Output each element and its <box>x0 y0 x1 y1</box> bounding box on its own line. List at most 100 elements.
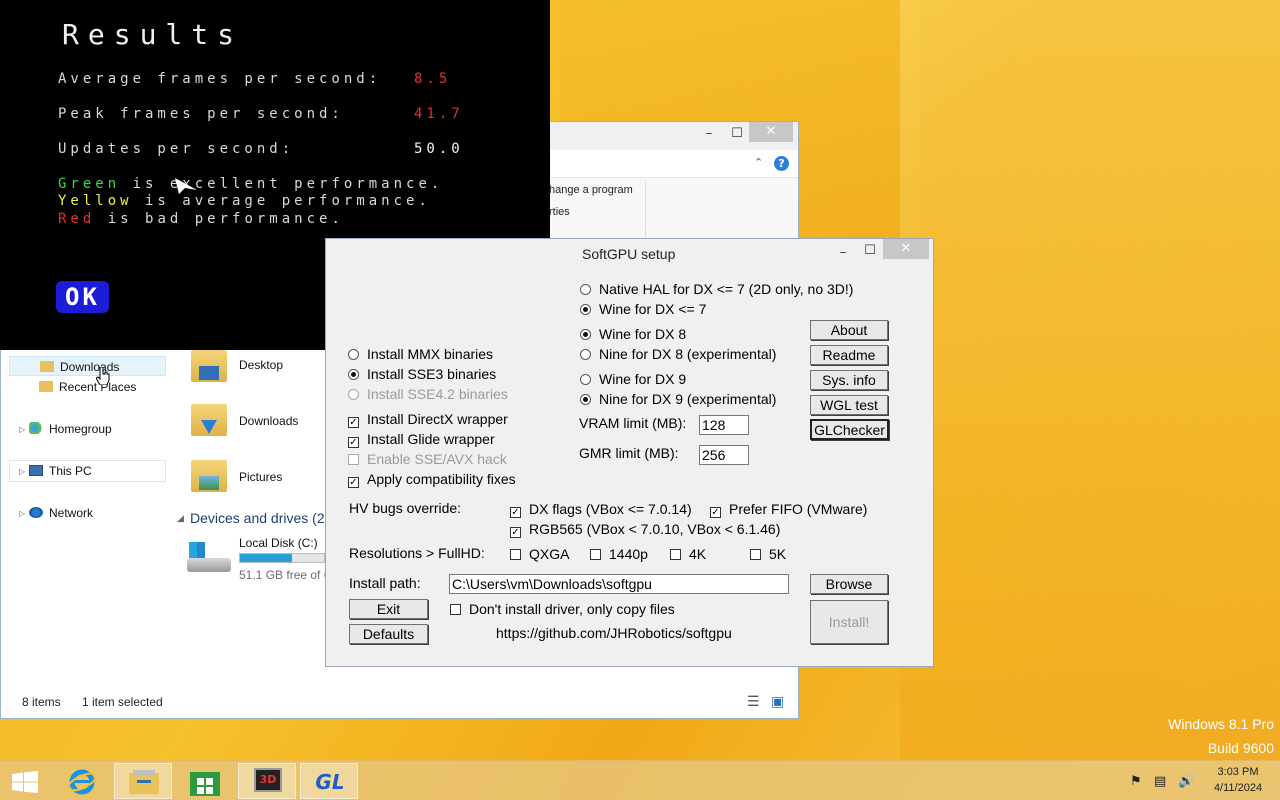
option-copy-only[interactable]: Don't install driver, only copy files <box>450 600 675 618</box>
option-wine-dx8[interactable]: Wine for DX 8 <box>580 325 686 343</box>
radio-icon[interactable] <box>580 349 591 360</box>
nav-item-this-pc[interactable]: This PC <box>9 461 92 481</box>
action-center-flag-icon[interactable]: ⚑ <box>1130 774 1142 789</box>
collapse-ribbon-icon[interactable]: ⌃ <box>754 156 763 169</box>
clock-time[interactable]: 3:03 PM <box>1206 766 1270 778</box>
readme-button[interactable]: Readme <box>810 345 888 365</box>
taskbar-file-explorer[interactable] <box>114 763 172 799</box>
glchecker-button[interactable]: GLChecker <box>810 419 889 440</box>
ribbon-change-program[interactable]: hange a program <box>549 184 633 196</box>
radio-icon[interactable] <box>580 284 591 295</box>
github-url[interactable]: https://github.com/JHRobotics/softgpu <box>496 625 732 641</box>
devices-and-drives-header[interactable]: Devices and drives (2 <box>190 510 325 526</box>
option-dx-flags[interactable]: ✓ DX flags (VBox <= 7.0.14) <box>510 500 692 518</box>
item-pictures[interactable]: Pictures <box>239 470 282 484</box>
option-rgb565[interactable]: ✓ RGB565 (VBox < 7.0.10, VBox < 6.1.46) <box>510 520 780 538</box>
option-qxga[interactable]: QXGA <box>510 545 569 563</box>
maximize-icon[interactable]: ☐ <box>856 241 884 261</box>
option-nine-dx9[interactable]: Nine for DX 9 (experimental) <box>580 390 776 408</box>
sysinfo-button[interactable]: Sys. info <box>810 370 888 390</box>
maximize-icon[interactable]: ☐ <box>723 124 751 144</box>
radio-checked-icon[interactable] <box>580 304 591 315</box>
about-button[interactable]: About <box>810 320 888 340</box>
option-wine-dx9[interactable]: Wine for DX 9 <box>580 370 686 388</box>
ribbon-properties[interactable]: rties <box>549 206 570 218</box>
radio-checked-icon[interactable] <box>580 329 591 340</box>
defaults-button[interactable]: Defaults <box>349 624 428 644</box>
checkbox-icon[interactable] <box>450 604 461 615</box>
desktop-folder-icon[interactable] <box>191 350 227 382</box>
recent-places-icon <box>39 381 53 392</box>
option-4k[interactable]: 4K <box>670 545 706 563</box>
option-directx-wrapper[interactable]: ✓ Install DirectX wrapper <box>348 410 508 428</box>
option-compat-fixes[interactable]: ✓ Apply compatibility fixes <box>348 470 516 488</box>
install-path-input[interactable]: C:\Users\vm\Downloads\softgpu <box>449 574 789 594</box>
radio-checked-icon[interactable] <box>580 394 591 405</box>
help-icon[interactable]: ? <box>774 156 789 171</box>
network-tray-icon[interactable]: ▤ <box>1154 774 1166 789</box>
option-glide-wrapper[interactable]: ✓ Install Glide wrapper <box>348 430 495 448</box>
minimize-icon[interactable]: – <box>695 124 723 144</box>
local-disk-icon[interactable] <box>187 540 231 576</box>
checkbox-icon[interactable] <box>670 549 681 560</box>
radio-icon[interactable] <box>580 374 591 385</box>
checkbox-checked-icon[interactable]: ✓ <box>510 507 521 518</box>
mouse-cursor-icon <box>175 178 197 194</box>
pictures-folder-icon[interactable] <box>191 460 227 492</box>
item-desktop[interactable]: Desktop <box>239 358 283 372</box>
gmr-input[interactable]: 256 <box>699 445 749 465</box>
nav-item-downloads[interactable]: Downloads <box>9 356 166 376</box>
minimize-icon[interactable]: – <box>829 243 857 263</box>
option-native-hal[interactable]: Native HAL for DX <= 7 (2D only, no 3D!) <box>580 280 853 298</box>
os-watermark-line2: Build 9600 <box>1207 740 1274 756</box>
option-wine-dx7[interactable]: Wine for DX <= 7 <box>580 300 706 318</box>
checkbox-checked-icon[interactable]: ✓ <box>710 507 721 518</box>
taskbar-store[interactable] <box>176 763 234 799</box>
radio-checked-icon[interactable] <box>348 369 359 380</box>
internet-explorer-icon <box>67 769 97 795</box>
option-mmx[interactable]: Install MMX binaries <box>348 345 493 363</box>
window-title: SoftGPU setup <box>582 246 676 262</box>
item-downloads[interactable]: Downloads <box>239 414 298 428</box>
ok-button[interactable]: OK <box>56 281 109 313</box>
volume-icon[interactable]: 🔊 <box>1178 774 1194 789</box>
option-nine-dx8[interactable]: Nine for DX 8 (experimental) <box>580 345 776 363</box>
downloads-folder-icon[interactable] <box>191 404 227 436</box>
details-view-icon[interactable]: ☰ <box>747 693 760 710</box>
checkbox-checked-icon[interactable]: ✓ <box>348 417 359 428</box>
close-icon[interactable]: ✕ <box>749 122 793 142</box>
peak-fps-label: Peak frames per second: <box>58 106 344 122</box>
checkbox-icon[interactable] <box>750 549 761 560</box>
softgpu-setup-window[interactable]: SoftGPU setup – ☐ ✕ Install MMX binaries… <box>325 238 934 667</box>
option-5k[interactable]: 5K <box>750 545 786 563</box>
vram-input[interactable]: 128 <box>699 415 749 435</box>
taskbar-glchecker[interactable]: GL <box>300 763 358 799</box>
wgl-test-button[interactable]: WGL test <box>810 395 888 415</box>
folder-icon <box>40 361 54 372</box>
taskbar-3d-app[interactable]: 3D <box>238 763 296 799</box>
checkbox-checked-icon[interactable]: ✓ <box>348 437 359 448</box>
checkbox-checked-icon[interactable]: ✓ <box>510 527 521 538</box>
clock-date[interactable]: 4/11/2024 <box>1206 782 1270 794</box>
taskbar: 3D GL ⚑ ▤ 🔊 3:03 PM 4/11/2024 <box>0 760 1280 800</box>
softgpu-titlebar[interactable]: SoftGPU setup – ☐ ✕ <box>326 239 933 269</box>
checkbox-icon[interactable] <box>590 549 601 560</box>
option-prefer-fifo[interactable]: ✓ Prefer FIFO (VMware) <box>710 500 867 518</box>
option-1440p[interactable]: 1440p <box>590 545 648 563</box>
close-icon[interactable]: ✕ <box>883 239 929 259</box>
nav-item-network[interactable]: Network <box>9 503 93 523</box>
avg-fps-label: Average frames per second: <box>58 71 382 87</box>
start-windows-icon[interactable] <box>12 771 38 793</box>
large-icons-view-icon[interactable]: ▣ <box>771 693 784 710</box>
browse-button[interactable]: Browse <box>810 574 888 594</box>
drive-name[interactable]: Local Disk (C:) <box>239 536 318 550</box>
option-sse3[interactable]: Install SSE3 binaries <box>348 365 496 383</box>
checkbox-icon[interactable] <box>510 549 521 560</box>
collapse-arrow-icon[interactable]: ◢ <box>177 514 184 524</box>
nav-item-homegroup[interactable]: Homegroup <box>9 419 112 439</box>
taskbar-internet-explorer[interactable] <box>52 763 110 799</box>
checkbox-checked-icon[interactable]: ✓ <box>348 477 359 488</box>
radio-icon[interactable] <box>348 349 359 360</box>
nav-item-recent-places[interactable]: Recent Places <box>9 377 136 397</box>
exit-button[interactable]: Exit <box>349 599 428 619</box>
